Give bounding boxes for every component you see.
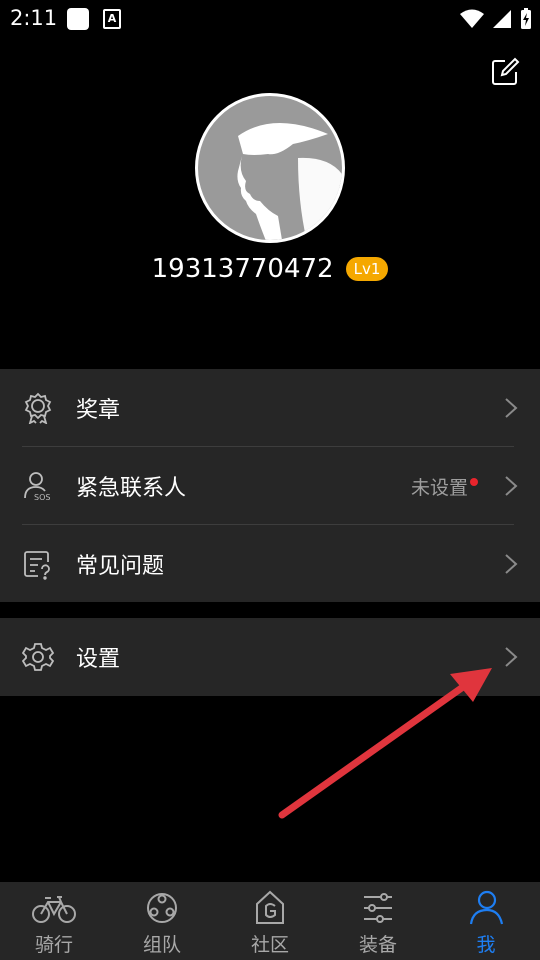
tab-label: 我: [476, 934, 496, 956]
notification-icon: [67, 8, 89, 30]
tab-community[interactable]: 社区: [216, 882, 324, 960]
menu-item-faq[interactable]: 常见问题: [0, 525, 540, 603]
bicycle-icon: [32, 896, 76, 923]
tab-label: 社区: [250, 934, 289, 956]
username-phone: 19313770472: [151, 254, 334, 284]
svg-text:SOS: SOS: [34, 493, 50, 502]
menu-item-label: 奖章: [76, 398, 121, 423]
medal-icon: [24, 392, 52, 424]
signal-icon: [493, 10, 511, 28]
team-icon: [147, 893, 177, 923]
equipment-icon: [364, 893, 392, 923]
wifi-icon: [460, 9, 484, 28]
keyboard-icon: A: [103, 9, 121, 29]
tab-team[interactable]: 组队: [108, 882, 216, 960]
menu-item-label: 设置: [76, 647, 121, 672]
edit-icon: [492, 57, 520, 85]
tab-me[interactable]: 我: [432, 882, 540, 960]
community-icon: [256, 890, 284, 924]
menu-item-medals[interactable]: 奖章: [0, 369, 540, 447]
chevron-right-icon: [505, 554, 518, 574]
avatar[interactable]: [195, 93, 345, 243]
menu-item-label: 紧急联系人: [76, 476, 187, 501]
tab-label: 装备: [358, 934, 397, 956]
profile-row: 19313770472 Lv1: [0, 254, 540, 284]
tab-riding[interactable]: 骑行: [0, 882, 108, 960]
edit-profile-button[interactable]: [490, 57, 520, 87]
chevron-right-icon: [505, 476, 518, 496]
tab-label: 组队: [142, 934, 181, 956]
status-bar: 2:11 A: [0, 0, 540, 38]
status-icons: [460, 6, 532, 32]
level-badge: Lv1: [345, 257, 389, 281]
tab-equipment[interactable]: 装备: [324, 882, 432, 960]
person-icon: [469, 890, 504, 925]
sos-contact-icon: SOS: [24, 472, 50, 502]
menu-item-label: 常见问题: [76, 554, 165, 579]
tab-label: 骑行: [34, 934, 73, 956]
battery-icon: [521, 8, 531, 29]
chevron-right-icon: [505, 398, 518, 418]
bottom-tab-bar: 骑行 组队 社区 装备 我: [0, 882, 540, 960]
emergency-contact-status: 未设置: [410, 476, 468, 499]
gear-icon: [22, 643, 54, 671]
menu-group: 奖章 SOS 紧急联系人 未设置 常见问题: [0, 369, 540, 602]
faq-icon: [24, 551, 50, 580]
helmet-rider-icon: [237, 122, 342, 240]
alert-dot: [470, 478, 478, 486]
status-time: 2:11: [10, 6, 58, 30]
chevron-right-icon: [505, 647, 518, 667]
menu-item-emergency-contact[interactable]: SOS 紧急联系人 未设置: [0, 447, 540, 525]
annotation-arrow: [278, 668, 492, 819]
